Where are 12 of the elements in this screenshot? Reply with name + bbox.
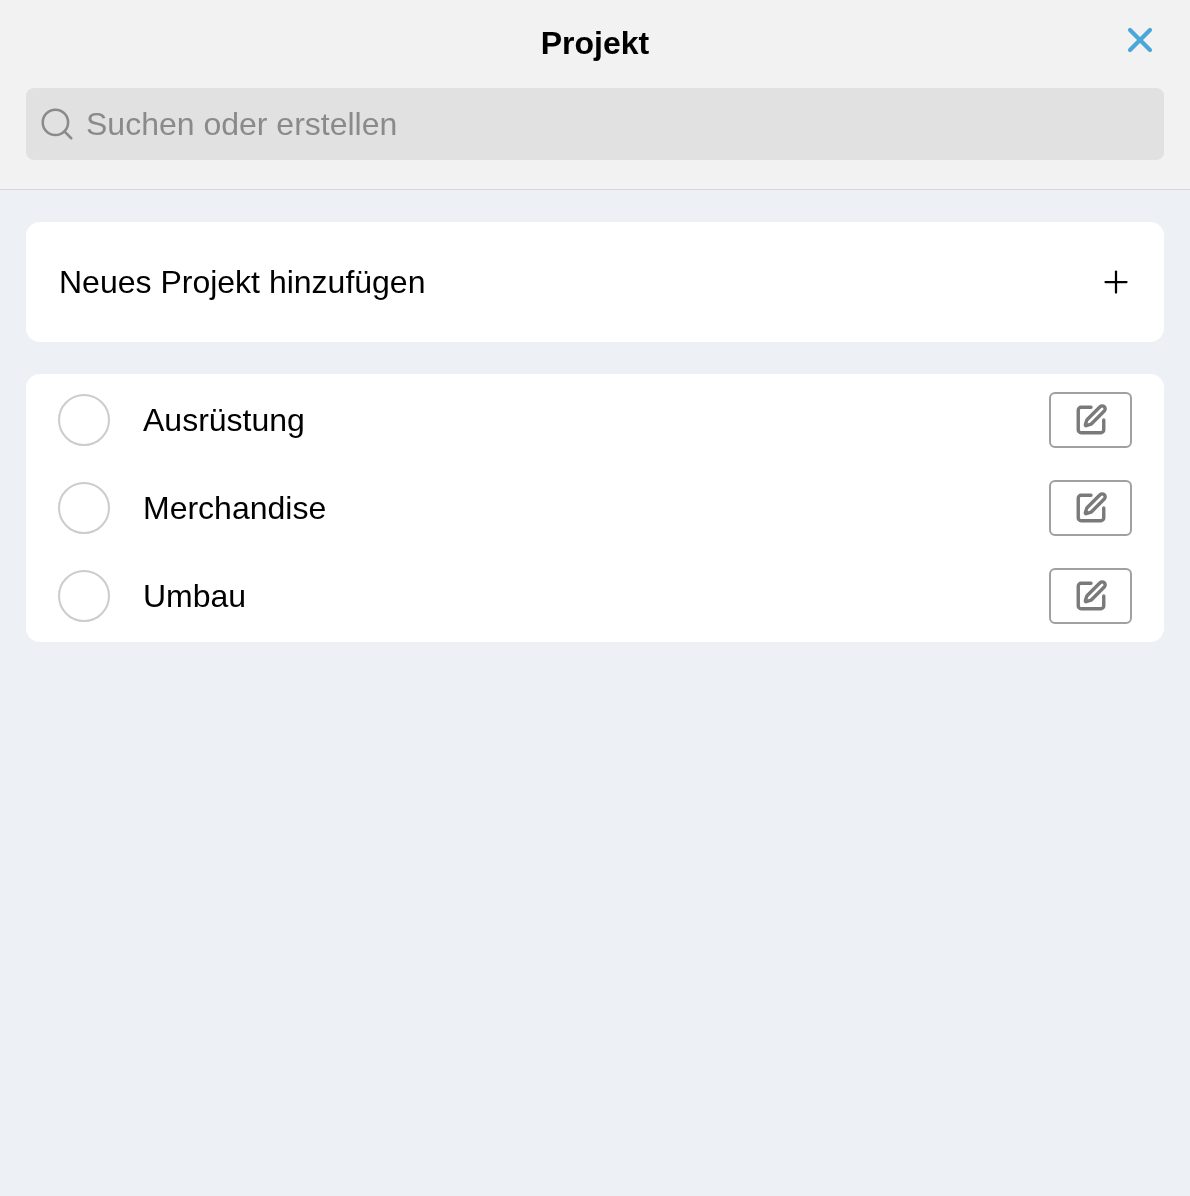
add-project-button[interactable]: Neues Projekt hinzufügen	[26, 222, 1164, 342]
dialog-title: Projekt	[540, 24, 650, 63]
edit-button[interactable]	[1049, 568, 1132, 624]
project-name[interactable]: Ausrüstung	[143, 396, 1049, 444]
radio-button[interactable]	[58, 482, 110, 534]
project-name[interactable]: Umbau	[143, 572, 1049, 620]
project-name[interactable]: Merchandise	[143, 484, 1049, 532]
edit-button[interactable]	[1049, 480, 1132, 536]
radio-button[interactable]	[58, 570, 110, 622]
search-field[interactable]: Suchen oder erstellen	[26, 88, 1164, 160]
edit-button[interactable]	[1049, 392, 1132, 448]
radio-button[interactable]	[58, 394, 110, 446]
